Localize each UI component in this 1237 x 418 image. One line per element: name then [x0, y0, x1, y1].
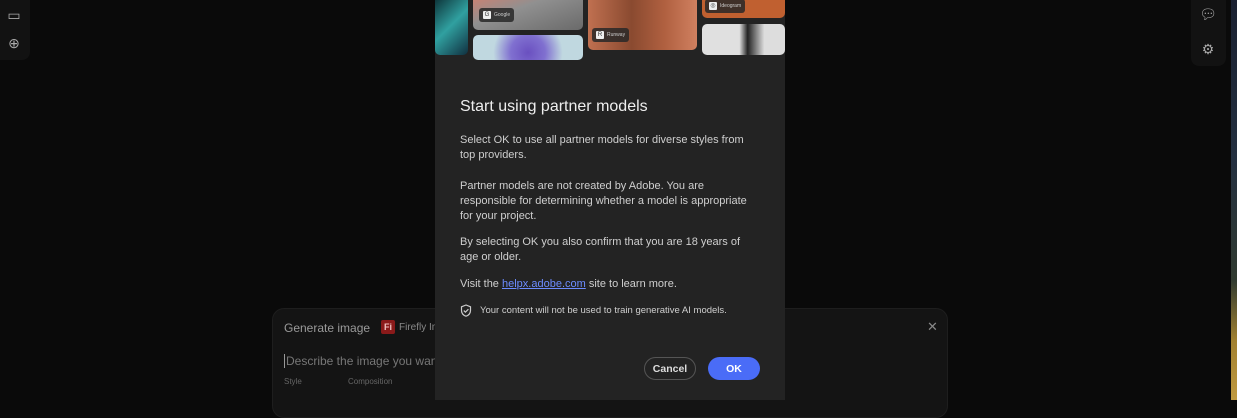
style-label: Style — [284, 377, 302, 386]
prompt-input[interactable]: Describe the image you want to — [284, 354, 454, 368]
ideogram-icon: ◎ — [709, 2, 717, 10]
helpx-link[interactable]: helpx.adobe.com — [502, 278, 586, 290]
visit-suffix: site to learn more. — [585, 278, 677, 290]
privacy-note-text: Your content will not be used to train g… — [480, 305, 727, 316]
model-selector[interactable]: Firefly Im — [399, 322, 440, 333]
preview-image-ideogram: ◎ Ideogram — [702, 0, 785, 18]
right-toolbar: 💬︎ ⚙︎ — [1191, 0, 1226, 66]
firefly-icon: Fi — [381, 320, 395, 334]
google-icon: G — [483, 11, 491, 19]
google-badge: G Google — [479, 8, 515, 22]
dialog-text-2: Partner models are not created by Adobe.… — [460, 180, 747, 222]
badge-label: Runway — [607, 32, 626, 38]
adjust-icon[interactable]: ⚙︎ — [1199, 40, 1217, 58]
preview-image-runway: R Runway — [588, 0, 697, 50]
dialog-title: Start using partner models — [460, 98, 648, 115]
close-icon[interactable]: ✕ — [927, 319, 938, 335]
left-toolbar: ▭ ⊕ — [0, 0, 30, 60]
badge-label: Google — [494, 12, 511, 18]
frame-icon[interactable]: ▭ — [5, 6, 23, 24]
partner-models-dialog: G Google R Runway ◎ Ideogram Start using pa… — [435, 0, 785, 400]
ideogram-badge: ◎ Ideogram — [705, 0, 746, 13]
cancel-button[interactable]: Cancel — [644, 357, 696, 380]
add-asset-icon[interactable]: ⊕ — [5, 34, 23, 52]
panel-title: Generate image — [284, 321, 371, 335]
composition-label: Composition — [348, 377, 393, 386]
canvas-image — [1231, 0, 1237, 400]
dialog-text-1: Select OK to use all partner models for … — [460, 134, 744, 161]
visit-prefix: Visit the — [460, 278, 502, 290]
shield-check-icon — [460, 304, 472, 317]
privacy-note: Your content will not be used to train g… — [460, 304, 727, 317]
preview-image-abstract — [435, 0, 468, 55]
comment-icon[interactable]: 💬︎ — [1199, 5, 1217, 23]
runway-icon: R — [596, 31, 604, 39]
ok-button[interactable]: OK — [708, 357, 760, 380]
runway-badge: R Runway — [592, 28, 630, 42]
preview-image-cat — [702, 24, 785, 55]
dialog-text-3: By selecting OK you also confirm that yo… — [460, 236, 741, 263]
preview-image-iris — [473, 35, 583, 60]
dialog-text-visit: Visit the helpx.adobe.com site to learn … — [460, 277, 760, 292]
preview-image-google: G Google — [473, 0, 583, 30]
badge-label: Ideogram — [720, 3, 742, 9]
